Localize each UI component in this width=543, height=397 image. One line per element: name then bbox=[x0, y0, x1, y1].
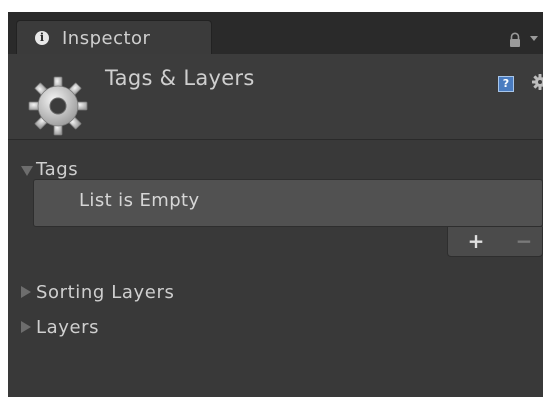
sorting-layers-label: Sorting Layers bbox=[36, 282, 175, 303]
chevron-right-icon[interactable] bbox=[21, 321, 31, 333]
chevron-down-icon[interactable] bbox=[21, 166, 33, 176]
chevron-right-icon[interactable] bbox=[21, 286, 31, 298]
remove-tag-button[interactable]: − bbox=[514, 231, 534, 251]
list-empty-message: List is Empty bbox=[79, 190, 200, 211]
gear-icon bbox=[28, 76, 88, 136]
lock-icon[interactable] bbox=[508, 32, 522, 48]
help-icon[interactable]: ? bbox=[498, 76, 514, 92]
tab-inspector-label: Inspector bbox=[62, 28, 151, 49]
page-title: Tags & Layers bbox=[105, 66, 255, 90]
settings-gear-icon[interactable] bbox=[532, 74, 543, 90]
inspector-header: Tags & Layers ? bbox=[8, 54, 543, 140]
tab-inspector[interactable]: i Inspector bbox=[16, 20, 212, 54]
tab-bar: i Inspector bbox=[8, 12, 543, 54]
tags-list: List is Empty bbox=[33, 179, 543, 227]
add-tag-button[interactable]: + bbox=[466, 231, 486, 251]
sorting-layers-foldout[interactable]: Sorting Layers bbox=[8, 281, 543, 305]
layers-label: Layers bbox=[36, 317, 100, 338]
layers-foldout[interactable]: Layers bbox=[8, 316, 543, 340]
info-icon: i bbox=[35, 31, 49, 45]
dropdown-icon[interactable] bbox=[530, 36, 538, 41]
list-footer: + − bbox=[447, 227, 543, 257]
